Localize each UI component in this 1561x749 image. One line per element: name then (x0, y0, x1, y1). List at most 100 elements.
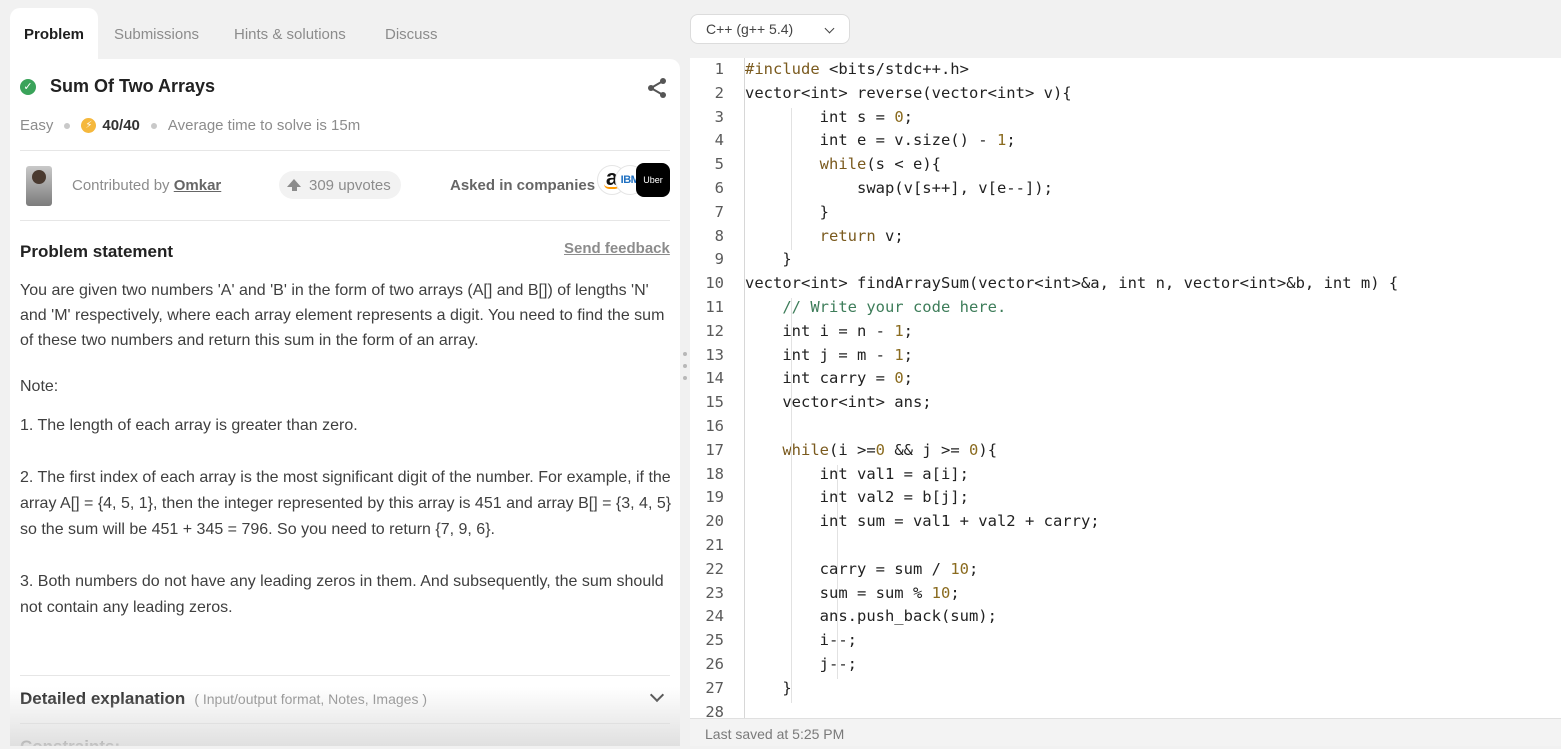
note-points: 1. The length of each array is greater t… (20, 413, 672, 647)
code-line[interactable]: vector<int> ans; (745, 393, 931, 411)
upvote-count: 309 upvotes (309, 176, 391, 194)
divider (20, 220, 670, 221)
code-line[interactable]: int val2 = b[j]; (745, 488, 969, 506)
difficulty-label: Easy (20, 117, 54, 134)
line-number: 21 (705, 536, 724, 554)
line-number: 9 (714, 250, 724, 269)
divider (20, 150, 670, 151)
code-line[interactable]: int val1 = a[i]; (745, 465, 969, 483)
tab-discuss[interactable]: Discuss (385, 26, 438, 43)
code-line[interactable]: ans.push_back(sum); (745, 607, 997, 625)
note-label: Note: (20, 378, 59, 395)
line-number: 23 (705, 583, 724, 602)
line-number: 26 (705, 655, 724, 673)
panel-resize-handle[interactable] (683, 352, 688, 392)
line-number: 17 (705, 440, 724, 459)
contributor-link[interactable]: Omkar (174, 177, 222, 194)
upvote-arrow-icon (287, 179, 301, 191)
meta-row: Easy ⚡ 40/40 Average time to solve is 15… (20, 117, 360, 134)
code-line[interactable]: } (745, 679, 791, 697)
solved-check-icon: ✓ (20, 78, 36, 95)
line-number: 10 (705, 274, 724, 293)
line-number: 3 (714, 107, 724, 126)
line-number: 19 (705, 488, 724, 507)
code-editor[interactable]: 1 2 3 4 5 6 7 8 9 10 11 12 13 14 15 16 17 18 19 20 21 22 23 24 2… (690, 58, 1561, 718)
code-line[interactable]: i--; (745, 631, 857, 649)
indent-guide (791, 107, 792, 251)
code-line[interactable]: vector<int> findArraySum(vector<int>&a, … (745, 274, 1398, 292)
detailed-explanation-subtitle: ( Input/output format, Notes, Images ) (194, 691, 427, 707)
code-line[interactable]: carry = sum / 10; (745, 560, 979, 578)
problem-title: Sum Of Two Arrays (50, 76, 216, 96)
code-line[interactable]: return v; (745, 227, 904, 245)
note-point: 2. The first index of each array is the … (20, 469, 672, 538)
line-number-gutter: 1 2 3 4 5 6 7 8 9 10 11 12 13 14 15 16 17 18 19 20 21 22 23 24 2… (690, 58, 745, 718)
uber-logo: Uber (636, 163, 670, 197)
indent-guide (791, 298, 792, 703)
line-number: 25 (705, 631, 724, 650)
line-number: 1 (714, 60, 724, 78)
line-number: 14 (705, 369, 724, 388)
line-number: 7 (714, 202, 724, 221)
line-number: 20 (705, 512, 724, 531)
problem-statement-heading: Problem statement (20, 242, 174, 261)
code-line[interactable]: } (745, 250, 791, 268)
indent-guide (837, 464, 838, 679)
chevron-down-icon (824, 23, 835, 34)
score-value: 40/40 (102, 117, 140, 134)
line-number: 8 (714, 226, 724, 245)
tab-hints-solutions[interactable]: Hints & solutions (234, 26, 346, 43)
line-number: 13 (705, 345, 724, 364)
last-saved-text: Last saved at 5:25 PM (705, 726, 845, 742)
tab-submissions[interactable]: Submissions (114, 26, 199, 43)
line-number: 16 (705, 417, 724, 435)
tab-problem[interactable]: Problem (10, 8, 98, 60)
code-line[interactable]: int sum = val1 + val2 + carry; (745, 512, 1100, 530)
line-number: 5 (714, 155, 724, 174)
line-number: 28 (705, 702, 724, 718)
line-number: 15 (705, 393, 724, 412)
line-number: 27 (705, 678, 724, 697)
note-point: 3. Both numbers do not have any leading … (20, 573, 664, 616)
chevron-down-icon (649, 687, 665, 703)
contributor-avatar (26, 166, 52, 206)
code-line[interactable]: #include <bits/stdc++.h> (745, 60, 969, 78)
language-value: C++ (g++ 5.4) (706, 21, 794, 37)
code-line[interactable]: while(i >=0 && j >= 0){ (745, 441, 997, 459)
code-line[interactable]: // Write your code here. (745, 298, 1006, 316)
code-line[interactable]: } (745, 203, 829, 221)
code-line[interactable]: int j = m - 1; (745, 346, 913, 364)
code-line[interactable]: j--; (745, 655, 857, 673)
editor-status-bar: Last saved at 5:25 PM (690, 718, 1561, 746)
code-line[interactable]: int i = n - 1; (745, 322, 913, 340)
asked-in-companies-label: Asked in companies (450, 177, 596, 194)
share-icon[interactable] (646, 77, 668, 99)
contributed-by-label: Contributed by (72, 177, 170, 194)
detailed-explanation-toggle[interactable]: Detailed explanation ( Input/output form… (20, 676, 670, 722)
problem-panel: Problem Submissions Hints & solutions Di… (10, 8, 680, 746)
line-number: 12 (705, 321, 724, 340)
contributed-by: Contributed by Omkar (72, 177, 221, 194)
separator-dot (64, 122, 71, 129)
send-feedback-link[interactable]: Send feedback (564, 240, 670, 257)
code-line[interactable]: int carry = 0; (745, 369, 913, 387)
line-number: 4 (714, 131, 724, 150)
detailed-explanation-title: Detailed explanation (20, 689, 186, 708)
code-line[interactable]: sum = sum % 10; (745, 584, 960, 602)
constraints-heading: Constraints: (20, 737, 120, 746)
upvote-button[interactable]: 309 upvotes (279, 171, 401, 199)
tab-bar: Problem Submissions Hints & solutions Di… (10, 8, 680, 60)
line-number: 2 (714, 83, 724, 102)
line-number: 24 (705, 607, 724, 626)
problem-statement-text: You are given two numbers 'A' and 'B' in… (20, 282, 665, 349)
code-line[interactable]: vector<int> reverse(vector<int> v){ (745, 84, 1072, 102)
title-row: ✓ Sum Of Two Arrays (20, 76, 215, 97)
contributor-row: Contributed by Omkar 309 upvotes Asked i… (20, 162, 670, 208)
average-time: Average time to solve is 15m (167, 117, 361, 134)
language-select[interactable]: C++ (g++ 5.4) (690, 14, 850, 44)
code-line[interactable]: int s = 0; (745, 108, 913, 126)
code-line[interactable]: int e = v.size() - 1; (745, 131, 1016, 149)
code-line[interactable]: while(s < e){ (745, 155, 941, 173)
separator-dot (150, 122, 157, 129)
note-point: 1. The length of each array is greater t… (20, 417, 358, 434)
